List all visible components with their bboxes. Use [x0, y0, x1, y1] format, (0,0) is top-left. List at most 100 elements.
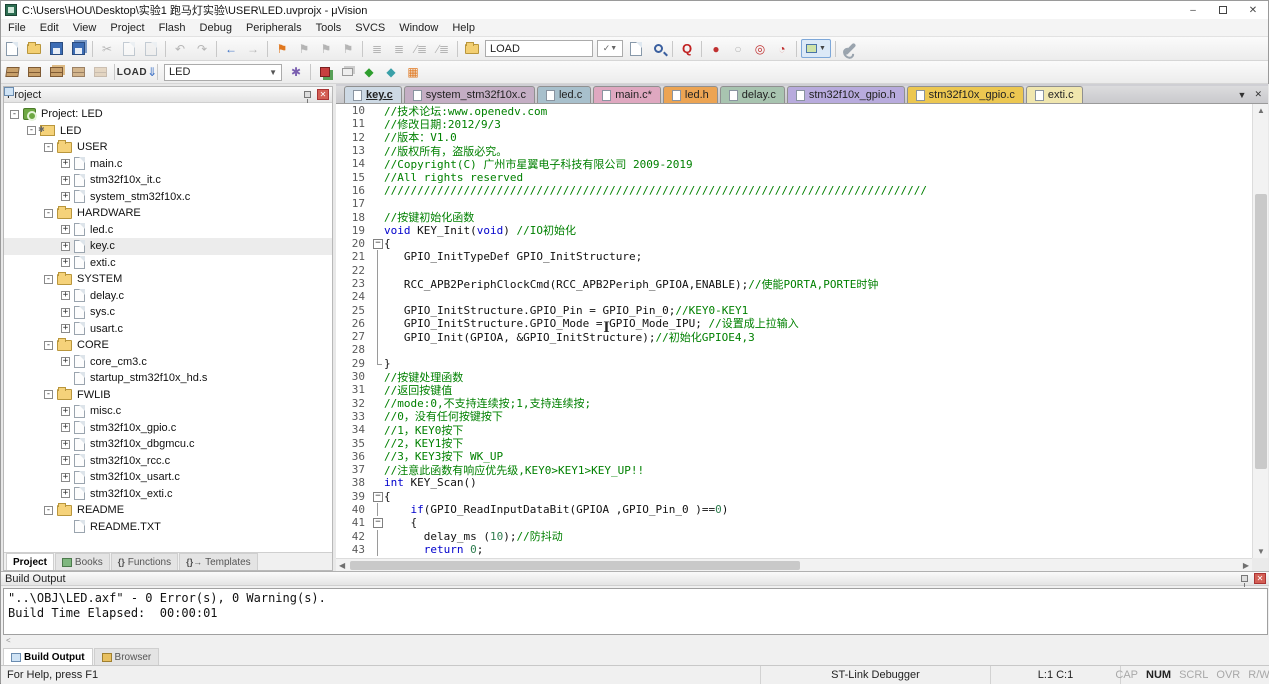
expand-icon[interactable]: + [61, 357, 70, 366]
pin-icon[interactable] [304, 91, 311, 98]
scroll-right-icon[interactable]: ▶ [1243, 561, 1249, 570]
collapse-icon[interactable]: - [44, 506, 53, 515]
menu-project[interactable]: Project [103, 20, 151, 36]
project-panel-close-icon[interactable]: ✕ [317, 89, 329, 100]
insert-breakpoint-button[interactable]: ● [706, 39, 726, 58]
configure-tools-button[interactable] [840, 39, 860, 58]
save-button[interactable] [46, 39, 66, 58]
cut-button[interactable]: ✂ [97, 39, 117, 58]
bottom-tab-build-output[interactable]: Build Output [3, 648, 93, 665]
tree-item-key-c[interactable]: +key.c [4, 238, 332, 255]
save-all-button[interactable] [68, 39, 88, 58]
translate-button[interactable] [2, 63, 22, 82]
tree-item-stm32f10x-rcc-c[interactable]: +stm32f10x_rcc.c [4, 453, 332, 470]
bookmark-next-button[interactable]: ⚑ [294, 39, 314, 58]
tree-item-usart-c[interactable]: +usart.c [4, 321, 332, 338]
rebuild-button[interactable] [46, 63, 66, 82]
collapse-icon[interactable]: - [27, 126, 36, 135]
menu-flash[interactable]: Flash [152, 20, 193, 36]
manage-components-button[interactable] [315, 63, 335, 82]
scroll-up-icon[interactable]: ▲ [1257, 106, 1265, 115]
find-text-combo[interactable]: LOAD [485, 40, 593, 57]
close-button[interactable]: ✕ [1238, 1, 1268, 19]
tree-item-core[interactable]: -CORE [4, 337, 332, 354]
editor-tab-led-c[interactable]: led.c [537, 86, 591, 103]
tree-item-fwlib[interactable]: -FWLIB [4, 387, 332, 404]
file-extensions-button[interactable] [337, 63, 357, 82]
editor-tab-main-c-[interactable]: main.c* [593, 86, 661, 103]
target-select[interactable]: LED▼ [164, 64, 282, 81]
panel-tab-templates[interactable]: {}→Templates [179, 553, 258, 570]
tree-item-exti-c[interactable]: +exti.c [4, 255, 332, 272]
collapse-icon[interactable]: - [44, 275, 53, 284]
menu-peripherals[interactable]: Peripherals [239, 20, 309, 36]
stop-build-button[interactable] [90, 63, 110, 82]
expand-icon[interactable]: + [61, 308, 70, 317]
expand-icon[interactable]: + [61, 473, 70, 482]
debug-session-button[interactable]: Q [677, 39, 697, 58]
menu-file[interactable]: File [1, 20, 33, 36]
tab-list-dropdown-icon[interactable]: ▼ [1238, 90, 1247, 100]
tree-item-misc-c[interactable]: +misc.c [4, 403, 332, 420]
find-in-files-button[interactable] [626, 39, 646, 58]
editor-tab-delay-c[interactable]: delay.c [720, 86, 785, 103]
tree-item-stm32f10x-dbgmcu-c[interactable]: +stm32f10x_dbgmcu.c [4, 436, 332, 453]
scroll-down-icon[interactable]: ▼ [1257, 547, 1265, 556]
search-options-dropdown[interactable]: ✓▼ [597, 40, 623, 57]
tree-item-sys-c[interactable]: +sys.c [4, 304, 332, 321]
disable-all-breakpoints-button[interactable]: ◎ [750, 39, 770, 58]
tree-item-stm32f10x-exti-c[interactable]: +stm32f10x_exti.c [4, 486, 332, 503]
paste-button[interactable] [141, 39, 161, 58]
redo-button[interactable]: ↷ [192, 39, 212, 58]
tree-item-readme[interactable]: -README [4, 502, 332, 519]
tree-item-delay-c[interactable]: +delay.c [4, 288, 332, 305]
editor-tab-key-c[interactable]: key.c [344, 86, 402, 103]
pack-installer-button[interactable]: ▦ [403, 63, 423, 82]
menu-tools[interactable]: Tools [309, 20, 349, 36]
tree-item-hardware[interactable]: -HARDWARE [4, 205, 332, 222]
bookmark-prev-button[interactable]: ⚑ [316, 39, 336, 58]
expand-icon[interactable]: + [61, 242, 70, 251]
expand-icon[interactable]: + [61, 456, 70, 465]
collapse-icon[interactable]: - [44, 341, 53, 350]
copy-button[interactable] [119, 39, 139, 58]
collapse-icon[interactable]: - [44, 390, 53, 399]
new-file-button[interactable] [2, 39, 22, 58]
build-output-log[interactable]: "..\OBJ\LED.axf" - 0 Error(s), 0 Warning… [3, 588, 1268, 635]
vertical-scrollbar[interactable]: ▲ ▼ [1252, 104, 1268, 558]
expand-icon[interactable]: + [61, 159, 70, 168]
editor-tab-system-stm32f10x-c[interactable]: system_stm32f10x.c [404, 86, 535, 103]
fold-collapse-icon[interactable] [372, 516, 384, 529]
horizontal-scrollbar[interactable]: ◀ ▶ [336, 558, 1252, 571]
horizontal-scroll-thumb[interactable] [350, 561, 800, 570]
editor-tab-stm32f10x-gpio-h[interactable]: stm32f10x_gpio.h [787, 86, 905, 103]
menu-help[interactable]: Help [445, 20, 482, 36]
batch-build-button[interactable] [68, 63, 88, 82]
build-button[interactable] [24, 63, 44, 82]
bookmark-toggle-button[interactable]: ⚑ [272, 39, 292, 58]
incremental-find-button[interactable] [648, 39, 668, 58]
build-output-close-icon[interactable]: ✕ [1254, 573, 1266, 584]
expand-icon[interactable]: + [61, 324, 70, 333]
undo-button[interactable]: ↶ [170, 39, 190, 58]
pin-icon[interactable] [1241, 575, 1248, 582]
project-tree[interactable]: -Project: LED-LED-USER+main.c+stm32f10x_… [4, 103, 332, 552]
expand-icon[interactable]: + [61, 225, 70, 234]
open-file-button[interactable] [24, 39, 44, 58]
panel-tab-functions[interactable]: {}Functions [111, 553, 178, 570]
window-layout-dropdown[interactable]: ▼ [801, 39, 831, 58]
kill-all-breakpoints-button[interactable]: ◔ [772, 39, 792, 58]
menu-edit[interactable]: Edit [33, 20, 66, 36]
books-environment-button[interactable]: ◆ [381, 63, 401, 82]
scroll-left-icon[interactable]: ◀ [339, 561, 345, 570]
build-output-scroll-left[interactable]: < [3, 636, 203, 647]
menu-view[interactable]: View [66, 20, 104, 36]
navigate-back-button[interactable]: ← [221, 39, 241, 58]
comment-button[interactable]: ∕≣ [411, 39, 431, 58]
editor-tab-stm32f10x-gpio-c[interactable]: stm32f10x_gpio.c [907, 86, 1024, 103]
maximize-button[interactable] [1208, 1, 1238, 19]
tree-item-user[interactable]: -USER [4, 139, 332, 156]
menu-svcs[interactable]: SVCS [348, 20, 392, 36]
bookmark-clear-button[interactable]: ⚑ [338, 39, 358, 58]
collapse-icon[interactable]: - [44, 143, 53, 152]
